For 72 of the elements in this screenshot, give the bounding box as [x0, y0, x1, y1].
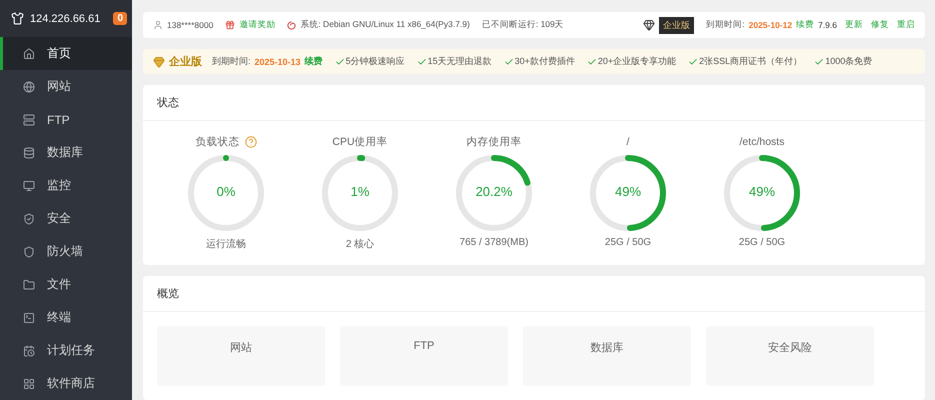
sidebar-item[interactable]: 数据库	[0, 136, 132, 169]
check-icon	[586, 56, 597, 67]
gauge-caption: 25G / 50G	[738, 237, 786, 248]
folder-icon	[23, 278, 35, 290]
sidebar-item[interactable]: 计划任务	[0, 334, 132, 367]
gauge-label: /etc/hosts	[740, 136, 784, 148]
uptime-text: 已不间断运行: 109天	[482, 19, 564, 32]
sidebar-item[interactable]: 监控	[0, 169, 132, 202]
globe-icon	[23, 80, 35, 92]
overview-tile[interactable]: 数据库	[523, 326, 691, 386]
feature-text: 2张SSL商用证书（年付）	[699, 55, 802, 68]
feature-text: 20+企业版专享功能	[598, 55, 676, 68]
gauge-value: 20.2%	[474, 184, 514, 199]
monitor-icon	[23, 180, 35, 192]
gauge-label: /	[626, 136, 630, 148]
server-icon	[23, 114, 35, 126]
feature-text: 15天无理由退款	[428, 55, 492, 68]
diamond-icon	[153, 56, 165, 68]
database-icon	[23, 146, 35, 158]
card-title: 状态	[157, 96, 179, 110]
diamond-icon	[643, 19, 656, 32]
user-phone: 138****8000	[167, 20, 214, 30]
gauge-caption: 运行流畅	[206, 238, 246, 251]
expire-label: 到期时间:	[706, 19, 745, 32]
expire-label: 到期时间:	[212, 55, 251, 68]
sidebar-item[interactable]: 软件商店	[0, 367, 132, 400]
edition-title: 企业版	[169, 54, 202, 70]
sidebar-item[interactable]: 终端	[0, 301, 132, 334]
gauge-label: 内存使用率	[466, 135, 522, 149]
gauge-caption: 765 / 3789(MB)	[460, 237, 528, 248]
feature-text: 1000条免费	[825, 55, 872, 68]
gauge-label: CPU使用率	[332, 135, 388, 149]
user-icon	[153, 20, 163, 30]
version-text: 7.9.6	[818, 20, 837, 30]
card-title: 概览	[157, 287, 179, 301]
grid-icon	[23, 378, 35, 390]
shield-icon	[23, 246, 35, 258]
sidebar-item[interactable]: 安全	[0, 202, 132, 235]
calendar-icon	[23, 344, 35, 356]
feature-text: 5分钟极速响应	[346, 55, 405, 68]
sidebar-item[interactable]: FTP	[0, 103, 132, 136]
gauge-value: 49%	[614, 184, 642, 199]
gauge-value: 0%	[216, 184, 236, 199]
system-info: 系统: Debian GNU/Linux 11 x86_64(Py3.7.9)	[300, 19, 470, 32]
check-icon	[688, 56, 698, 67]
sidebar-item[interactable]: 防火墙	[0, 235, 132, 268]
gift-icon	[225, 20, 236, 30]
gauge-caption: 25G / 50G	[604, 237, 652, 248]
sidebar-item[interactable]: 首页	[0, 37, 132, 70]
overview-tile[interactable]: 安全风险	[706, 326, 874, 386]
edition-badge: 企业版	[659, 16, 694, 34]
expire-date: 2025-10-13	[254, 56, 301, 67]
gauge-caption: 2 核心	[346, 238, 374, 251]
check-icon	[416, 56, 427, 67]
feature-text: 30+款付费插件	[514, 55, 575, 68]
gauge-value: 1%	[350, 184, 370, 199]
gauge-value: 49%	[748, 184, 776, 199]
server-ip: 124.226.66.61	[30, 12, 102, 24]
check-icon	[814, 56, 824, 67]
check-icon	[504, 56, 514, 67]
swirl-icon	[287, 20, 296, 30]
gauge-label: 负载状态	[196, 135, 240, 149]
help-icon[interactable]	[244, 136, 256, 148]
terminal-icon	[23, 312, 35, 324]
overview-tile[interactable]: FTP	[340, 326, 508, 386]
expire-date: 2025-10-12	[748, 20, 792, 30]
sidebar-item[interactable]: 网站	[0, 70, 132, 103]
shield-check-icon	[23, 212, 35, 224]
check-icon	[334, 56, 345, 67]
overview-tile[interactable]: 网站	[157, 326, 325, 386]
sidebar-item[interactable]: 文件	[0, 268, 132, 301]
home-icon	[23, 48, 35, 60]
